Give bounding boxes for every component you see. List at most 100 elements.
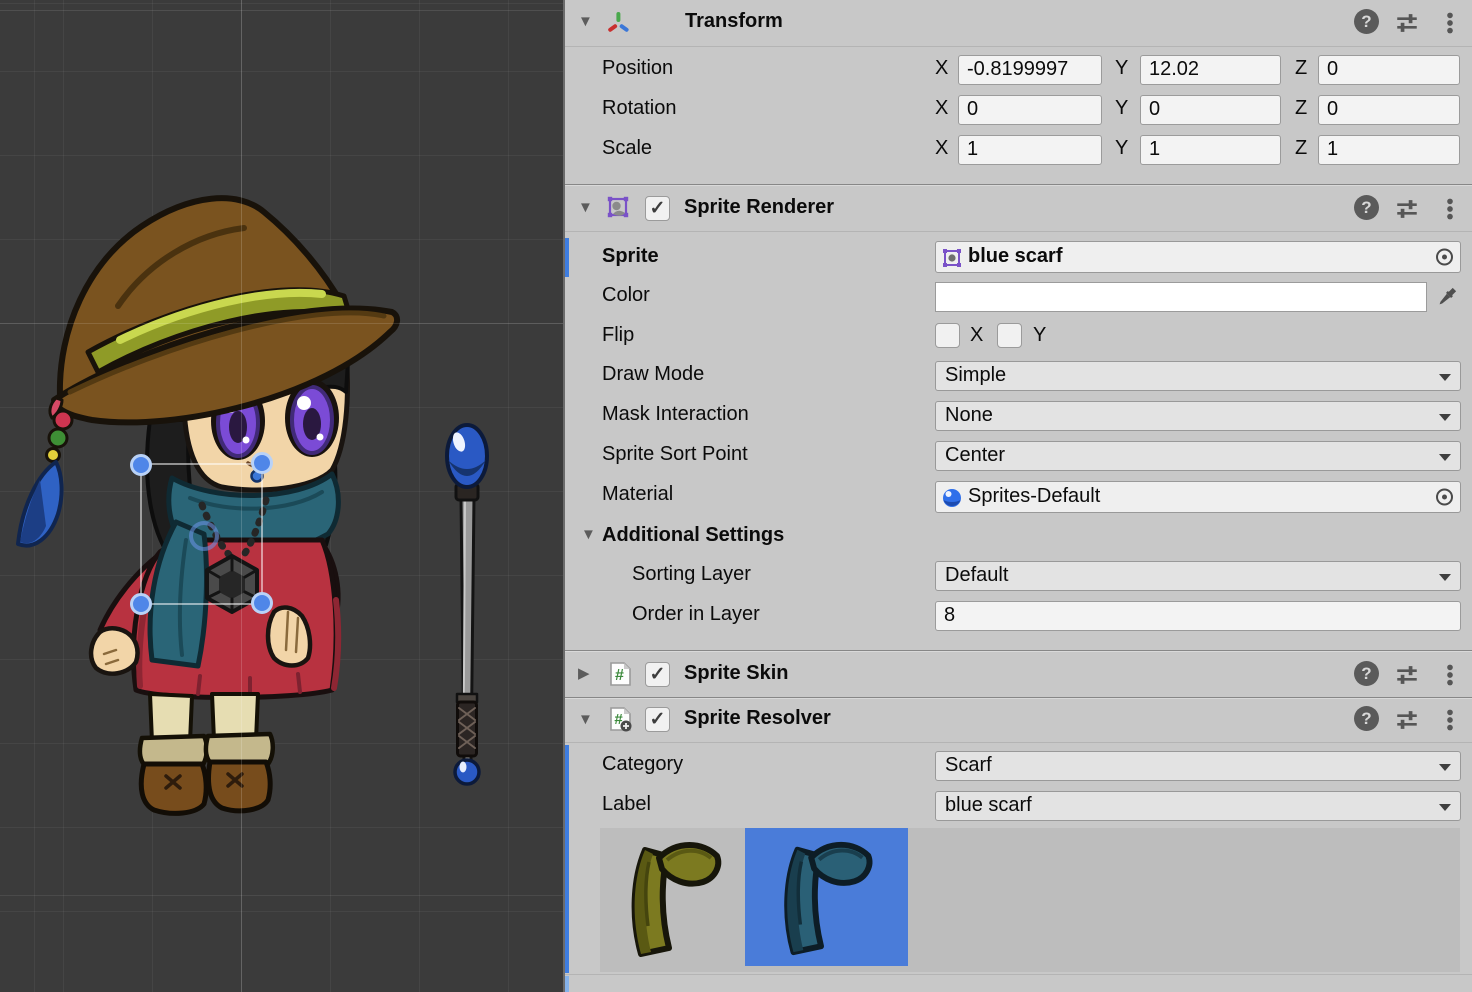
- blue-scarf-thumbnail[interactable]: [763, 836, 883, 960]
- presets-icon[interactable]: [1394, 196, 1420, 222]
- axis-x-label: X: [935, 57, 948, 80]
- object-picker-icon[interactable]: [1436, 489, 1453, 506]
- sprite-sort-point-label: Sprite Sort Point: [602, 443, 748, 466]
- color-swatch[interactable]: [935, 282, 1427, 312]
- flip-y-checkbox[interactable]: [997, 323, 1022, 348]
- rotation-label: Rotation: [602, 97, 677, 120]
- prefab-override-bar-light: [565, 976, 569, 992]
- sprite-variant-strip: [600, 828, 1460, 972]
- sprite-renderer-foldout[interactable]: ▼: [578, 200, 593, 215]
- sorting-layer-value: Default: [945, 564, 1008, 586]
- category-label: Category: [602, 753, 683, 776]
- axis-z-label: Z: [1295, 97, 1307, 120]
- presets-icon[interactable]: [1394, 707, 1420, 733]
- flip-x-checkbox[interactable]: [935, 323, 960, 348]
- order-in-layer-label: Order in Layer: [632, 603, 760, 626]
- axis-y-label: Y: [1115, 137, 1128, 160]
- position-z-field[interactable]: 0: [1318, 55, 1460, 85]
- sprite-renderer-title: Sprite Renderer: [684, 196, 834, 219]
- material-object-field[interactable]: Sprites-Default: [935, 481, 1461, 513]
- kebab-menu-icon[interactable]: [1437, 662, 1463, 688]
- sprite-resolver-foldout[interactable]: ▼: [578, 712, 593, 727]
- sprite-renderer-enabled-checkbox[interactable]: ✓: [645, 196, 670, 221]
- selection-rect: [141, 464, 262, 604]
- scene-view[interactable]: [0, 0, 563, 992]
- order-in-layer-field[interactable]: 8: [935, 601, 1461, 631]
- selection-handle-top-right[interactable]: [253, 454, 272, 473]
- category-dropdown[interactable]: Scarf: [935, 751, 1461, 781]
- scale-y-field[interactable]: 1: [1140, 135, 1281, 165]
- mask-interaction-dropdown[interactable]: None: [935, 401, 1461, 431]
- category-value: Scarf: [945, 754, 992, 776]
- selection-handle-bottom-left[interactable]: [132, 595, 151, 614]
- transform-title: Transform: [685, 10, 783, 33]
- axis-y-label: Y: [1115, 97, 1128, 120]
- draw-mode-label: Draw Mode: [602, 363, 704, 386]
- help-icon[interactable]: ?: [1354, 195, 1379, 220]
- sorting-layer-label: Sorting Layer: [632, 563, 751, 586]
- additional-settings-foldout[interactable]: ▼: [581, 527, 596, 542]
- kebab-menu-icon[interactable]: [1437, 196, 1463, 222]
- sprite-skin-script-icon: #: [607, 661, 633, 687]
- sprite-skin-enabled-checkbox[interactable]: ✓: [645, 662, 670, 687]
- selection-gizmo: [0, 0, 563, 992]
- presets-icon[interactable]: [1394, 10, 1420, 36]
- help-icon[interactable]: ?: [1354, 661, 1379, 686]
- kebab-menu-icon[interactable]: [1437, 707, 1463, 733]
- sprite-skin-foldout[interactable]: ▶: [578, 666, 590, 681]
- axis-y-label: Y: [1115, 57, 1128, 80]
- sprite-label: Sprite: [602, 245, 659, 268]
- scale-x-field[interactable]: 1: [958, 135, 1102, 165]
- eyedropper-icon[interactable]: [1434, 284, 1460, 310]
- sprite-object-field[interactable]: blue scarf: [935, 241, 1461, 273]
- rotation-x-field[interactable]: 0: [958, 95, 1102, 125]
- rotation-y-field[interactable]: 0: [1140, 95, 1281, 125]
- object-picker-icon[interactable]: [1436, 249, 1453, 266]
- color-label: Color: [602, 284, 650, 307]
- selection-handle-top-left[interactable]: [132, 456, 151, 475]
- sprite-sort-point-value: Center: [945, 444, 1005, 466]
- axis-x-label: X: [935, 137, 948, 160]
- material-label: Material: [602, 483, 673, 506]
- position-label: Position: [602, 57, 673, 80]
- draw-mode-value: Simple: [945, 364, 1006, 386]
- selection-handle-bottom-right[interactable]: [253, 594, 272, 613]
- blue-scarf-thumbnail-selected[interactable]: [745, 828, 908, 966]
- position-y-field[interactable]: 12.02: [1140, 55, 1281, 85]
- sprite-skin-title: Sprite Skin: [684, 662, 788, 685]
- svg-text:#: #: [615, 667, 624, 684]
- kebab-menu-icon[interactable]: [1437, 10, 1463, 36]
- sprite-value: blue scarf: [968, 245, 1062, 267]
- sprite-mini-icon: [941, 247, 963, 269]
- axis-z-label: Z: [1295, 137, 1307, 160]
- prefab-override-bar: [565, 745, 569, 973]
- sprite-resolver-script-icon: #: [607, 706, 633, 732]
- flip-y-label: Y: [1033, 324, 1046, 347]
- sprite-sort-point-dropdown[interactable]: Center: [935, 441, 1461, 471]
- label-dropdown[interactable]: blue scarf: [935, 791, 1461, 821]
- green-scarf-thumbnail[interactable]: [612, 836, 730, 962]
- help-icon[interactable]: ?: [1354, 706, 1379, 731]
- material-sphere-icon: [942, 488, 962, 508]
- additional-settings-title: Additional Settings: [602, 524, 784, 547]
- mask-interaction-label: Mask Interaction: [602, 403, 749, 426]
- scene-inspector-divider[interactable]: [563, 0, 565, 992]
- help-icon[interactable]: ?: [1354, 9, 1379, 34]
- flip-x-label: X: [970, 324, 983, 347]
- transform-icon: [605, 9, 631, 35]
- label-value: blue scarf: [945, 794, 1032, 816]
- sprite-resolver-title: Sprite Resolver: [684, 707, 831, 730]
- rotation-z-field[interactable]: 0: [1318, 95, 1460, 125]
- label-label: Label: [602, 793, 651, 816]
- sprite-resolver-enabled-checkbox[interactable]: ✓: [645, 707, 670, 732]
- inspector-panel: ▼ Transform ? Position X -0.8199997 Y 12…: [565, 0, 1472, 992]
- transform-foldout[interactable]: ▼: [578, 14, 593, 29]
- sorting-layer-dropdown[interactable]: Default: [935, 561, 1461, 591]
- draw-mode-dropdown[interactable]: Simple: [935, 361, 1461, 391]
- material-value: Sprites-Default: [968, 485, 1100, 507]
- scale-z-field[interactable]: 1: [1318, 135, 1460, 165]
- presets-icon[interactable]: [1394, 662, 1420, 688]
- axis-x-label: X: [935, 97, 948, 120]
- position-x-field[interactable]: -0.8199997: [958, 55, 1102, 85]
- axis-z-label: Z: [1295, 57, 1307, 80]
